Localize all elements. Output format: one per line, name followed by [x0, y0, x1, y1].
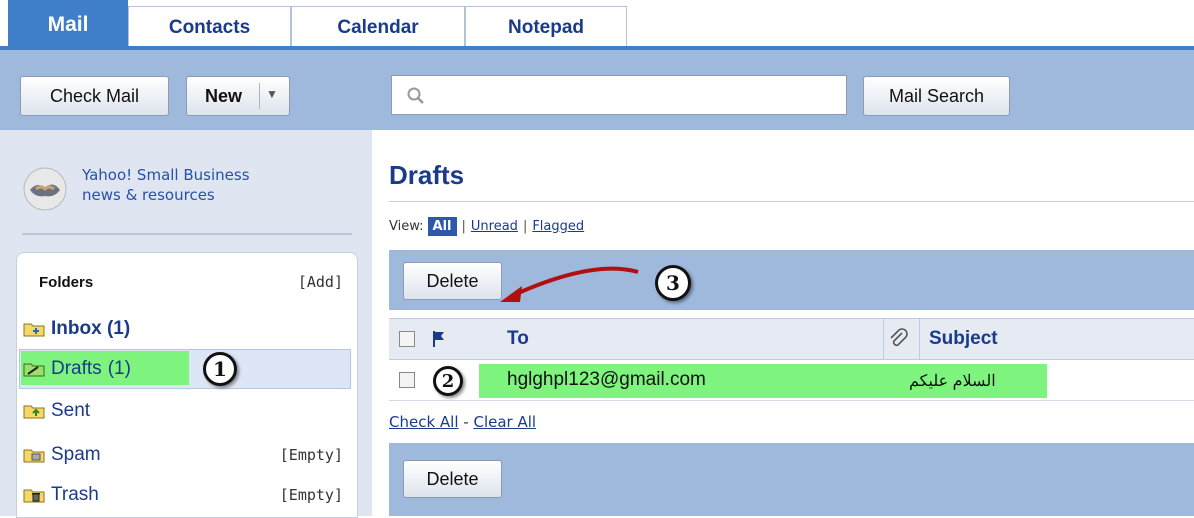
table-row[interactable]: hglghpl123@gmail.com السلام عليكم — [389, 360, 1194, 401]
sidebar-item-spam[interactable]: Spam — [23, 437, 101, 473]
title-separator — [389, 201, 1194, 202]
empty-spam-link[interactable]: [Empty] — [280, 446, 343, 464]
new-button-divider — [259, 83, 260, 109]
tab-notepad[interactable]: Notepad — [465, 6, 627, 48]
empty-trash-link[interactable]: [Empty] — [280, 486, 343, 504]
promo-text: Yahoo! Small Business news & resources — [82, 165, 250, 205]
column-header-subject[interactable]: Subject — [929, 328, 998, 350]
annotation-marker-3: 3 — [655, 265, 691, 301]
view-flagged-filter[interactable]: Flagged — [532, 219, 584, 234]
folders-title: Folders — [39, 274, 94, 291]
sent-folder-icon — [23, 405, 45, 419]
message-list-header: To Subject — [389, 318, 1194, 360]
sidebar-item-inbox[interactable]: Inbox (1) — [23, 311, 130, 347]
folders-panel: Folders [Add] Inbox (1) Drafts (1) 1 Sen… — [16, 252, 358, 518]
row-subject: السلام عليكم — [909, 373, 996, 390]
sidebar-item-label: Inbox (1) — [51, 318, 131, 339]
sidebar-item-drafts[interactable]: Drafts (1) — [23, 351, 131, 387]
sidebar-item-label: Spam — [51, 444, 101, 465]
drafts-folder-icon — [23, 363, 45, 377]
flag-icon[interactable] — [431, 329, 447, 349]
annotation-arrow — [500, 266, 639, 302]
view-label: View: — [389, 218, 424, 234]
mail-search-button[interactable]: Mail Search — [863, 76, 1010, 116]
search-input[interactable] — [391, 75, 847, 115]
promo-line2: news & resources — [82, 186, 215, 204]
row-checkbox[interactable] — [399, 372, 415, 388]
promo-link[interactable]: Yahoo! Small Business news & resources — [22, 160, 352, 220]
spam-folder-icon — [23, 449, 45, 463]
new-button-label: New — [205, 85, 243, 106]
sidebar-item-label: Drafts — [51, 358, 102, 379]
paperclip-icon — [890, 328, 908, 347]
chevron-down-icon[interactable]: ▼ — [266, 87, 278, 101]
view-all-filter[interactable]: All — [427, 216, 457, 236]
column-header-to[interactable]: To — [507, 328, 529, 350]
view-filter: View: All | Unread | Flagged — [389, 215, 584, 237]
promo-line1: Yahoo! Small Business — [82, 166, 250, 184]
page-title: Drafts — [389, 160, 465, 190]
row-to: hglghpl123@gmail.com — [507, 369, 706, 390]
drafts-count: (1) — [107, 358, 131, 379]
tab-bar: Mail Contacts Calendar Notepad — [0, 0, 1194, 48]
sidebar-separator — [22, 233, 352, 235]
selection-links: Check All - Clear All — [389, 413, 536, 431]
trash-folder-icon — [23, 489, 45, 503]
sidebar-item-sent[interactable]: Sent — [23, 393, 90, 429]
sidebar-item-trash[interactable]: Trash — [23, 477, 99, 513]
check-mail-button[interactable]: Check Mail — [20, 76, 169, 116]
tab-contacts[interactable]: Contacts — [128, 6, 291, 48]
annotation-marker-1: 1 — [203, 352, 237, 386]
sidebar-item-label: Sent — [51, 400, 91, 421]
view-unread-filter[interactable]: Unread — [471, 219, 518, 234]
column-divider — [919, 319, 920, 359]
add-folder-link[interactable]: [Add] — [298, 273, 343, 291]
annotation-marker-2: 2 — [433, 366, 463, 396]
select-all-checkbox[interactable] — [399, 331, 415, 347]
clear-all-link[interactable]: Clear All — [473, 413, 536, 431]
inbox-folder-icon — [23, 323, 45, 337]
delete-button-bottom[interactable]: Delete — [403, 460, 502, 498]
view-divider: | — [522, 218, 528, 234]
handshake-icon — [23, 167, 67, 211]
view-divider: | — [461, 218, 466, 234]
action-bar-bottom — [389, 443, 1194, 516]
check-all-link[interactable]: Check All — [389, 413, 459, 431]
tab-calendar[interactable]: Calendar — [291, 6, 465, 48]
tab-mail[interactable]: Mail — [8, 0, 128, 48]
selection-divider: - — [463, 413, 474, 431]
search-icon — [407, 87, 424, 104]
new-button[interactable]: New ▼ — [186, 76, 290, 116]
column-divider — [883, 319, 884, 359]
sidebar-item-label: Trash — [51, 484, 99, 505]
delete-button-top[interactable]: Delete — [403, 262, 502, 300]
